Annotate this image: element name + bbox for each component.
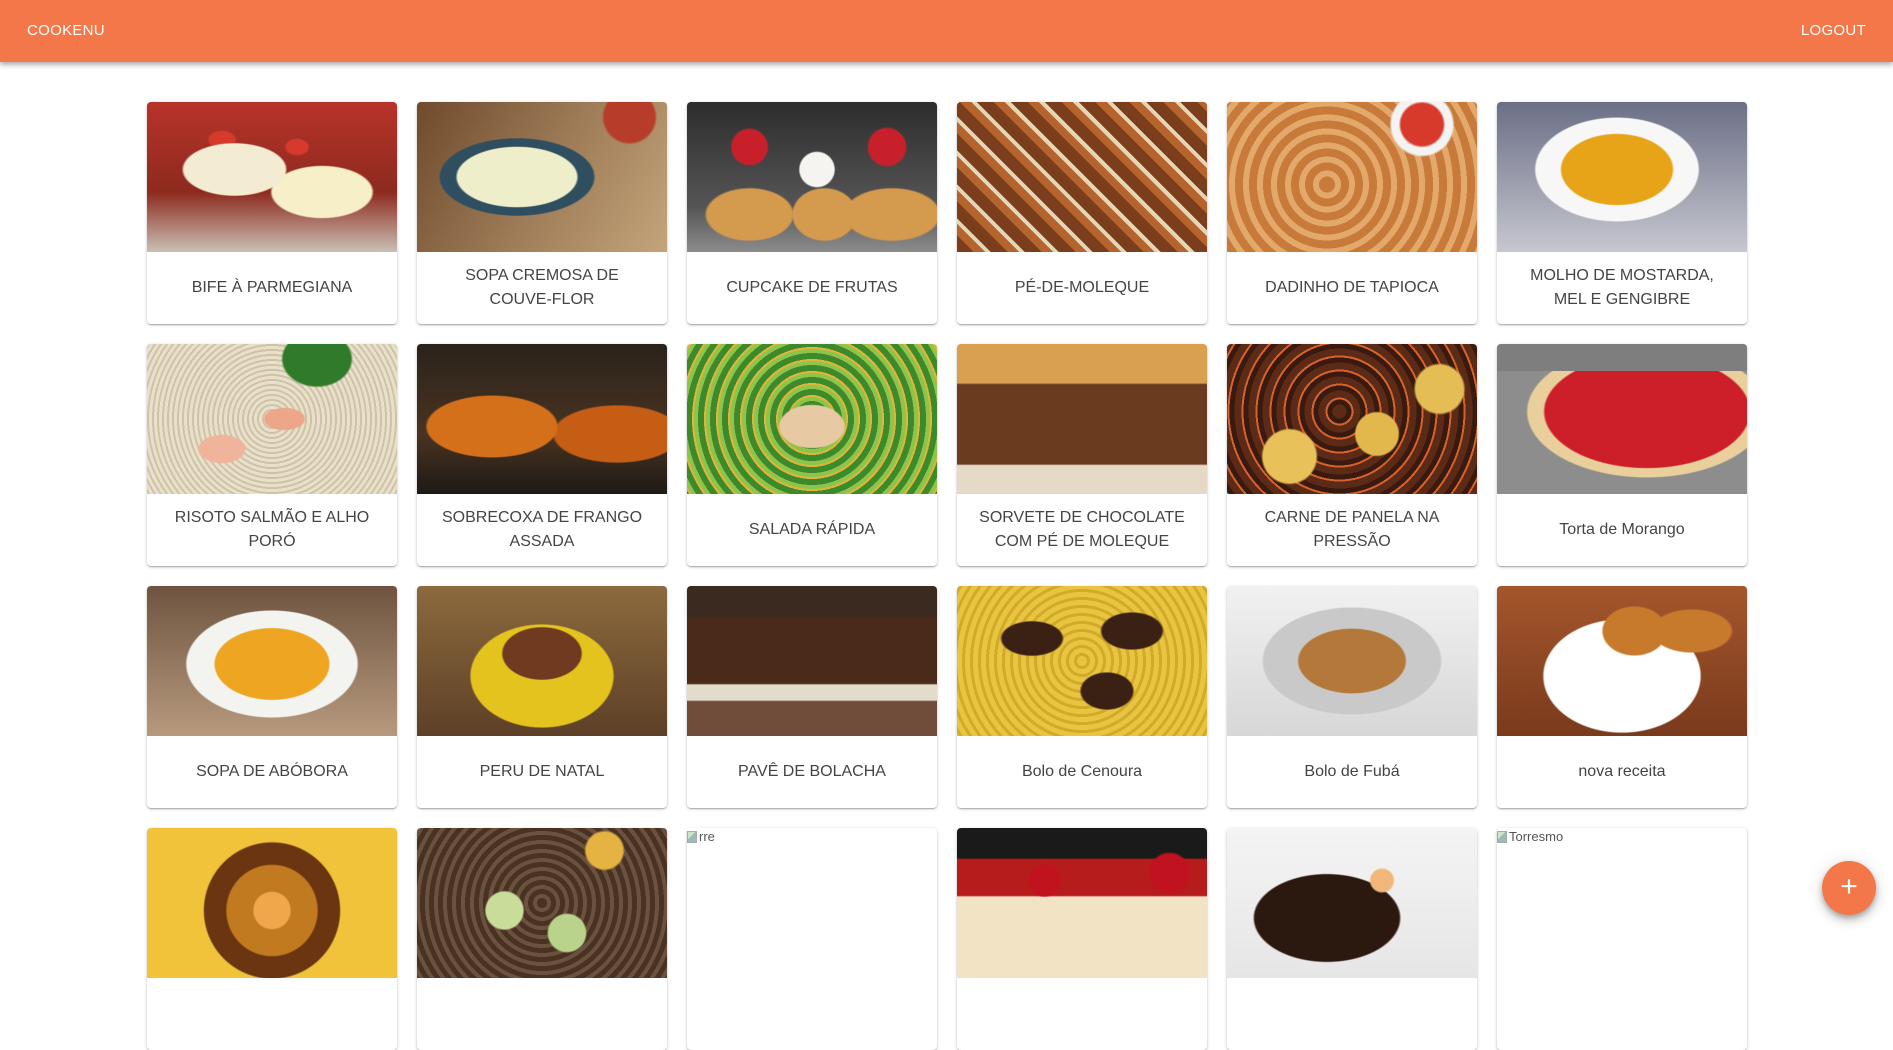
recipe-image <box>417 344 667 494</box>
recipe-title: MOLHO DE MOSTARDA, MEL E GENGIBRE <box>1530 267 1714 308</box>
recipe-image <box>417 102 667 252</box>
recipe-card[interactable]: SORVETE DE CHOCOLATE COM PÉ DE MOLEQUE <box>957 344 1207 566</box>
recipe-image <box>147 344 397 494</box>
recipe-image <box>1497 344 1747 494</box>
recipe-image <box>147 586 397 736</box>
recipe-image <box>957 828 1207 978</box>
broken-image-alt: rre <box>699 829 715 844</box>
recipe-image <box>957 344 1207 494</box>
recipe-image <box>957 586 1207 736</box>
recipe-title: PÉ-DE-MOLEQUE <box>1014 279 1150 296</box>
recipe-card[interactable]: PÉ-DE-MOLEQUE <box>957 102 1207 324</box>
recipe-card[interactable]: CUPCAKE DE FRUTAS <box>687 102 937 324</box>
recipe-card[interactable]: Torresmo <box>1497 828 1747 1050</box>
recipe-image-broken: rre <box>687 828 937 978</box>
broken-image-icon <box>1497 830 1507 843</box>
recipe-card[interactable] <box>957 828 1207 1050</box>
brand-logo[interactable]: COOKENU <box>27 0 105 62</box>
recipe-card[interactable]: SALADA RÁPIDA <box>687 344 937 566</box>
recipe-card[interactable]: Bolo de Fubá <box>1227 586 1477 808</box>
recipe-title: BIFE À PARMEGIANA <box>191 279 353 296</box>
recipe-image <box>1227 344 1477 494</box>
recipe-image <box>957 102 1207 252</box>
app-bar: COOKENU LOGOUT <box>0 0 1893 62</box>
broken-image: rre <box>687 828 715 845</box>
recipe-image <box>1227 828 1477 978</box>
recipe-card[interactable]: SOPA DE ABÓBORA <box>147 586 397 808</box>
recipe-card[interactable]: Torta de Morango <box>1497 344 1747 566</box>
recipe-card[interactable]: Bolo de Cenoura <box>957 586 1207 808</box>
recipe-image <box>1227 586 1477 736</box>
recipe-image <box>687 344 937 494</box>
recipe-card[interactable]: DADINHO DE TAPIOCA <box>1227 102 1477 324</box>
recipe-title: Bolo de Cenoura <box>1021 763 1143 780</box>
recipe-card[interactable]: SOBRECOXA DE FRANGO ASSADA <box>417 344 667 566</box>
recipe-title: Bolo de Fubá <box>1304 763 1400 780</box>
recipe-image <box>417 828 667 978</box>
recipe-card[interactable]: MOLHO DE MOSTARDA, MEL E GENGIBRE <box>1497 102 1747 324</box>
recipe-image <box>1497 102 1747 252</box>
recipe-title: SOBRECOXA DE FRANGO ASSADA <box>441 509 643 550</box>
recipe-card[interactable]: RISOTO SALMÃO E ALHO PORÓ <box>147 344 397 566</box>
recipe-image <box>147 102 397 252</box>
recipe-title: PERU DE NATAL <box>479 763 605 780</box>
recipe-image <box>687 102 937 252</box>
recipe-card[interactable]: nova receita <box>1497 586 1747 808</box>
add-recipe-button[interactable]: + <box>1822 861 1876 915</box>
recipe-title: PAVÊ DE BOLACHA <box>738 763 886 780</box>
recipe-title: nova receita <box>1578 763 1666 780</box>
recipe-title: SALADA RÁPIDA <box>748 521 876 538</box>
recipe-title: Torta de Morango <box>1559 521 1685 538</box>
recipe-grid: BIFE À PARMEGIANA SOPA CREMOSA DE COUVE-… <box>147 102 1747 1050</box>
recipe-card[interactable]: PERU DE NATAL <box>417 586 667 808</box>
recipe-image <box>1227 102 1477 252</box>
recipe-image-broken: Torresmo <box>1497 828 1747 978</box>
recipe-card[interactable] <box>417 828 667 1050</box>
recipe-title: DADINHO DE TAPIOCA <box>1265 279 1439 296</box>
recipe-title: SOPA CREMOSA DE COUVE-FLOR <box>465 267 619 308</box>
recipe-image <box>417 586 667 736</box>
logout-button[interactable]: LOGOUT <box>1801 0 1866 62</box>
recipe-image <box>1497 586 1747 736</box>
recipe-card[interactable]: rre <box>687 828 937 1050</box>
broken-image: Torresmo <box>1497 828 1563 845</box>
recipe-card[interactable] <box>147 828 397 1050</box>
broken-image-alt: Torresmo <box>1509 829 1564 844</box>
recipe-title: SOPA DE ABÓBORA <box>196 763 348 780</box>
recipe-image <box>687 586 937 736</box>
recipe-card[interactable]: BIFE À PARMEGIANA <box>147 102 397 324</box>
plus-icon: + <box>1840 870 1858 903</box>
recipe-image <box>147 828 397 978</box>
recipe-title: RISOTO SALMÃO E ALHO PORÓ <box>174 509 370 550</box>
recipe-title: CUPCAKE DE FRUTAS <box>726 279 898 296</box>
recipe-card[interactable] <box>1227 828 1477 1050</box>
broken-image-icon <box>687 830 697 843</box>
recipe-card[interactable]: CARNE DE PANELA NA PRESSÃO <box>1227 344 1477 566</box>
recipe-card[interactable]: PAVÊ DE BOLACHA <box>687 586 937 808</box>
recipe-title: SORVETE DE CHOCOLATE COM PÉ DE MOLEQUE <box>979 509 1185 550</box>
recipe-title: CARNE DE PANELA NA PRESSÃO <box>1264 509 1440 550</box>
recipe-card[interactable]: SOPA CREMOSA DE COUVE-FLOR <box>417 102 667 324</box>
